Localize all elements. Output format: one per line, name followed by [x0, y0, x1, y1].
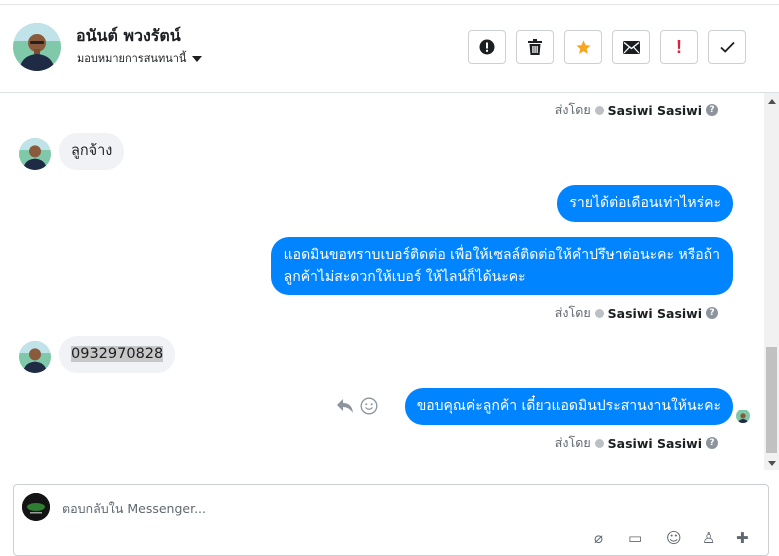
sent-by-prefix: ส่งโดย: [554, 435, 591, 450]
emoji-icon[interactable]: ☺: [666, 529, 682, 547]
sent-by-prefix: ส่งโดย: [554, 305, 591, 320]
help-icon[interactable]: ?: [706, 104, 718, 116]
scrollbar-thumb[interactable]: [766, 347, 777, 453]
message-scrollbar[interactable]: [764, 93, 779, 470]
selected-phone-number[interactable]: 0932970828: [71, 346, 164, 362]
scroll-down-arrow-icon[interactable]: [768, 461, 776, 466]
mark-unread-button[interactable]: [612, 30, 650, 64]
agent-name[interactable]: Sasiwi Sasiwi: [608, 103, 702, 118]
outgoing-message[interactable]: ขอบคุณค่ะลูกค้า เดี๋ยวแอดมินประสานงานให้…: [404, 388, 733, 425]
react-emoji-icon[interactable]: [360, 397, 378, 419]
assign-conversation-dropdown[interactable]: มอบหมายการสนทนานี้: [77, 49, 203, 67]
contact-avatar[interactable]: [13, 23, 61, 71]
report-spam-button[interactable]: [468, 30, 506, 64]
sent-by-row: ส่งโดย Sasiwi Sasiwi ?: [555, 100, 718, 120]
help-icon[interactable]: ?: [706, 437, 718, 449]
message-thread[interactable]: ส่งโดย Sasiwi Sasiwi ? ลูกจ้าง รายได้ต่อ…: [0, 93, 764, 483]
checkmark-icon: [719, 41, 735, 53]
page-badge-icon: [594, 105, 604, 115]
like-icon[interactable]: ♙: [702, 529, 715, 547]
scroll-up-arrow-icon[interactable]: [768, 99, 776, 104]
divider: [0, 4, 779, 5]
message-line: แอดมินขอทราบเบอร์ติดต่อ เพื่อให้เซลล์ติด…: [283, 247, 720, 263]
caret-down-icon: [192, 55, 203, 62]
seen-avatar: [736, 409, 750, 423]
reply-icon[interactable]: [336, 398, 354, 418]
follow-up-button[interactable]: !: [660, 30, 698, 64]
star-button[interactable]: [564, 30, 602, 64]
outgoing-message[interactable]: รายได้ต่อเดือนเท่าไหร่คะ: [557, 185, 733, 222]
page-avatar: [22, 493, 50, 521]
sent-by-prefix: ส่งโดย: [554, 102, 591, 117]
agent-name[interactable]: Sasiwi Sasiwi: [608, 436, 702, 451]
sent-by-row: ส่งโดย Sasiwi Sasiwi ?: [555, 433, 718, 453]
delete-button[interactable]: [516, 30, 554, 64]
message-line: ลูกค้าไม่สะดวกให้เบอร์ ให้ไลน์ก็ได้นะคะ: [283, 269, 526, 285]
page-badge-icon: [594, 438, 604, 448]
contact-avatar-small[interactable]: [19, 138, 51, 170]
envelope-icon: [622, 40, 640, 54]
star-icon: [575, 39, 591, 54]
outgoing-message[interactable]: แอดมินขอทราบเบอร์ติดต่อ เพื่อให้เซลล์ติด…: [270, 237, 733, 295]
trash-icon: [528, 39, 542, 55]
exclamation-circle-icon: [479, 39, 495, 55]
saved-replies-icon[interactable]: ▭: [628, 529, 642, 547]
contact-avatar-small[interactable]: [19, 341, 51, 373]
contact-name: อนันต์ พวงรัตน์: [76, 26, 181, 45]
reply-input[interactable]: [62, 497, 662, 519]
sent-by-row: ส่งโดย Sasiwi Sasiwi ?: [555, 303, 718, 323]
page-badge-icon: [594, 308, 604, 318]
reply-composer: ⌀ ▭ ☺ ♙ ✚: [13, 484, 769, 556]
attachment-icon[interactable]: ⌀: [594, 529, 603, 547]
help-icon[interactable]: ?: [706, 307, 718, 319]
assign-label: มอบหมายการสนทนานี้: [77, 52, 187, 65]
conversation-header: อนันต์ พวงรัตน์ มอบหมายการสนทนานี้ !: [0, 0, 779, 93]
incoming-message[interactable]: ลูกจ้าง: [59, 133, 125, 170]
agent-name[interactable]: Sasiwi Sasiwi: [608, 306, 702, 321]
exclamation-icon: !: [676, 36, 682, 57]
mark-done-button[interactable]: [708, 30, 746, 64]
more-actions-icon[interactable]: ✚: [736, 529, 749, 547]
incoming-message[interactable]: 0932970828: [59, 336, 176, 373]
